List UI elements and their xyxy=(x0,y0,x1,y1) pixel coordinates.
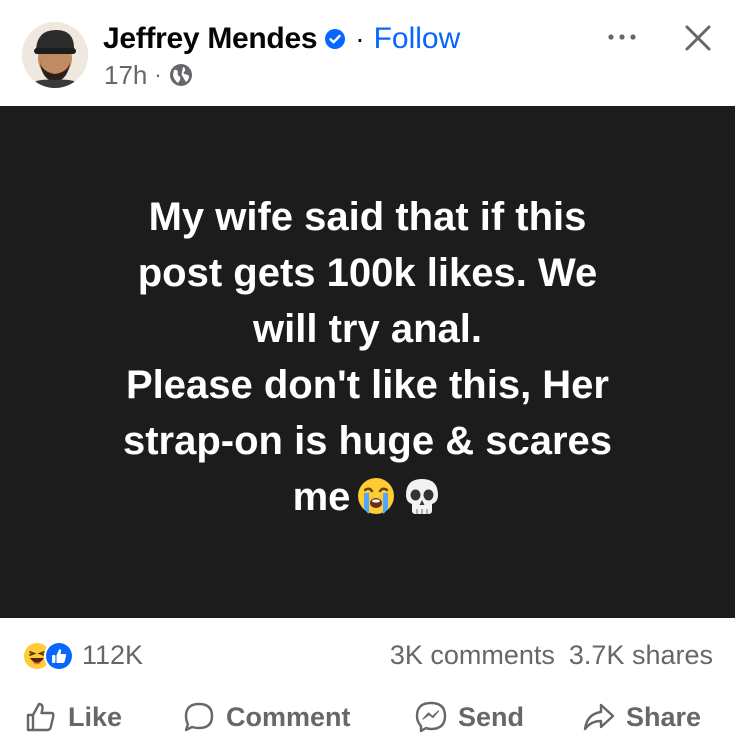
more-options-icon[interactable] xyxy=(604,26,640,48)
thumbs-up-icon xyxy=(26,702,55,732)
verified-badge-icon xyxy=(324,28,346,50)
post-text-line-last: me xyxy=(58,469,678,531)
like-button[interactable]: Like xyxy=(24,696,122,738)
post-timestamp[interactable]: 17h xyxy=(104,60,147,91)
follow-button[interactable]: Follow xyxy=(374,22,461,56)
share-arrow-icon xyxy=(583,703,615,731)
share-label: Share xyxy=(626,701,702,732)
send-button[interactable]: Send xyxy=(414,696,524,738)
author-name[interactable]: Jeffrey Mendes xyxy=(103,22,318,56)
post-text-line: post gets 100k likes. We xyxy=(137,251,598,295)
post-text-line: will try anal. xyxy=(253,307,482,351)
post-text-line: My wife said that if this xyxy=(148,195,587,239)
comments-count[interactable]: 3K comments xyxy=(390,640,555,670)
post-text: My wife said that if this post gets 100k… xyxy=(58,189,678,531)
post-text-card[interactable]: My wife said that if this post gets 100k… xyxy=(0,106,735,618)
post-text-line: Please don't like this, Her xyxy=(125,363,609,407)
post-text-line: me xyxy=(292,475,351,519)
reaction-count: 112K xyxy=(82,640,144,670)
comment-icon xyxy=(184,702,214,732)
loudly-crying-face-icon xyxy=(356,475,396,531)
comment-label: Comment xyxy=(226,701,351,732)
like-reaction-icon xyxy=(44,640,74,671)
skull-icon xyxy=(402,475,442,531)
post-actions: Like Comment Send Share xyxy=(0,690,735,744)
post-header: Jeffrey Mendes · Follow 17h · xyxy=(0,0,735,106)
meta-separator: · xyxy=(154,62,162,87)
send-label: Send xyxy=(458,701,525,732)
messenger-icon xyxy=(415,701,447,733)
comment-button[interactable]: Comment xyxy=(182,696,351,738)
engagement-counts: 3K comments 3.7K shares xyxy=(390,640,713,671)
post-stats: 112K 3K comments 3.7K shares xyxy=(0,628,735,680)
author-name-row: Jeffrey Mendes · Follow xyxy=(103,20,460,58)
author-avatar[interactable] xyxy=(22,22,88,88)
globe-icon[interactable] xyxy=(169,63,193,87)
reaction-summary[interactable]: 112K xyxy=(22,640,143,671)
name-separator: · xyxy=(355,23,365,54)
close-icon[interactable] xyxy=(682,22,714,54)
like-label: Like xyxy=(68,701,123,732)
share-button[interactable]: Share xyxy=(582,696,701,738)
shares-count[interactable]: 3.7K shares xyxy=(569,640,713,670)
post-text-line: strap-on is huge & scares xyxy=(122,419,613,463)
post-meta: 17h · xyxy=(104,60,193,90)
